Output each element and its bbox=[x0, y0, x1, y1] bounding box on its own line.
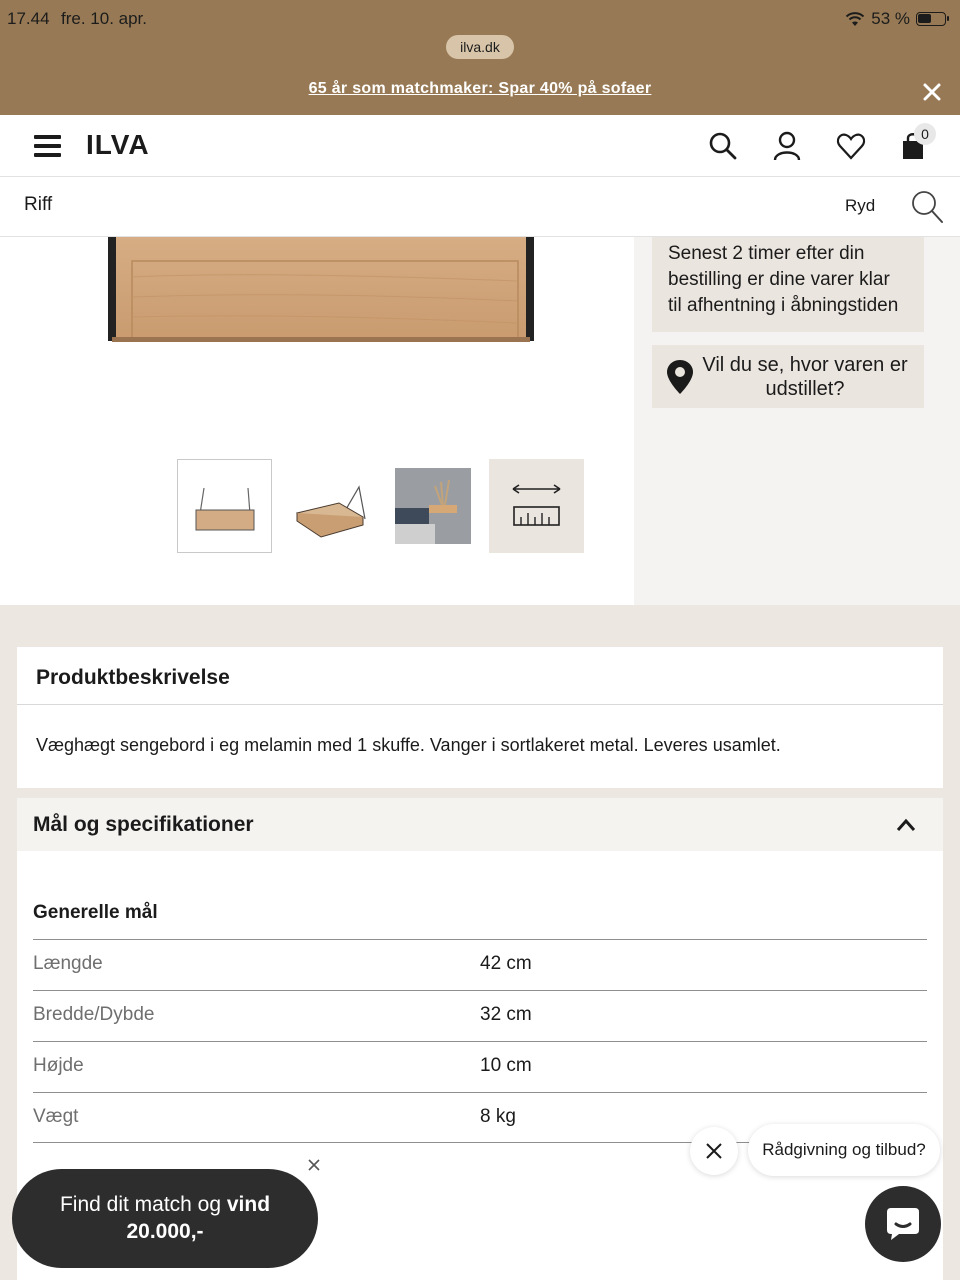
battery-percent: 53 % bbox=[871, 9, 910, 28]
ruler-icon bbox=[512, 484, 561, 526]
table-row: Bredde/Dybde 32 cm bbox=[33, 990, 927, 1041]
thumbnail-1[interactable] bbox=[177, 459, 272, 553]
spec-group-title: Generelle mål bbox=[33, 902, 158, 923]
heart-icon[interactable] bbox=[835, 130, 867, 162]
spec-label: Længde bbox=[33, 953, 103, 974]
chat-prompt[interactable]: Rådgivning og tilbud? bbox=[748, 1124, 940, 1176]
spec-value: 8 kg bbox=[480, 1106, 516, 1127]
chevron-up-icon[interactable] bbox=[895, 816, 917, 834]
showroom-label: Vil du se, hvor varen er udstillet? bbox=[702, 354, 908, 400]
table-row: Højde 10 cm bbox=[33, 1041, 927, 1092]
promo-banner: 17.44 fre. 10. apr. 53 % ilva.dk 65 år s… bbox=[0, 0, 960, 115]
dimensions-thumbnail[interactable] bbox=[489, 459, 584, 553]
side-panel: Senest 2 timer efter din bestilling er d… bbox=[634, 237, 960, 605]
account-icon[interactable] bbox=[771, 130, 803, 162]
wifi-icon bbox=[846, 11, 865, 26]
pickup-info: Senest 2 timer efter din bestilling er d… bbox=[652, 237, 924, 332]
product-gallery bbox=[0, 237, 634, 605]
product-image[interactable] bbox=[108, 237, 534, 345]
menu-icon[interactable] bbox=[34, 135, 61, 157]
description-title: Produktbeskrivelse bbox=[17, 647, 943, 705]
spec-value: 10 cm bbox=[480, 1055, 532, 1076]
specifications-title: Mål og specifikationer bbox=[33, 813, 254, 836]
match-bold-text: vind bbox=[226, 1193, 271, 1216]
thumbnail-image bbox=[295, 485, 366, 538]
showroom-button[interactable]: Vil du se, hvor varen er udstillet? bbox=[652, 345, 924, 408]
spec-label: Vægt bbox=[33, 1106, 79, 1127]
description-card: Produktbeskrivelse Væghægt sengebord i e… bbox=[17, 647, 943, 788]
close-icon[interactable] bbox=[304, 1155, 324, 1175]
promo-link[interactable]: 65 år som matchmaker: Spar 40% på sofaer bbox=[0, 80, 960, 98]
spec-label: Bredde/Dybde bbox=[33, 1004, 155, 1025]
close-icon[interactable] bbox=[918, 78, 946, 106]
status-right: 53 % bbox=[845, 9, 949, 29]
specifications-header[interactable]: Mål og specifikationer bbox=[17, 798, 943, 851]
search-bar: Riff Ryd bbox=[0, 177, 960, 237]
search-input[interactable]: Riff bbox=[24, 194, 52, 216]
site-header: ILVA 0 bbox=[0, 115, 960, 177]
clear-search-button[interactable]: Ryd bbox=[845, 196, 875, 216]
chat-button[interactable] bbox=[865, 1186, 941, 1262]
status-time: 17.44 bbox=[7, 9, 50, 28]
thumbnail-image bbox=[195, 487, 255, 531]
url-bar[interactable]: ilva.dk bbox=[446, 35, 514, 59]
search-icon[interactable] bbox=[707, 130, 739, 162]
close-chat-prompt-button[interactable] bbox=[690, 1127, 738, 1175]
status-bar: 17.44 fre. 10. apr. 53 % bbox=[0, 0, 960, 38]
spec-label: Højde bbox=[33, 1055, 84, 1076]
find-match-button[interactable]: Find dit match og vind 20.000,- bbox=[12, 1169, 318, 1268]
match-text: Find dit match og bbox=[59, 1193, 227, 1216]
cart-count-badge: 0 bbox=[914, 123, 936, 145]
spec-value: 42 cm bbox=[480, 953, 532, 974]
thumbnail-3[interactable] bbox=[395, 468, 471, 544]
description-text: Væghægt sengebord i eg melamin med 1 sku… bbox=[36, 735, 781, 755]
battery-icon bbox=[916, 12, 949, 26]
chat-icon bbox=[887, 1208, 919, 1240]
spec-value: 32 cm bbox=[480, 1004, 532, 1025]
spec-table: Længde 42 cm Bredde/Dybde 32 cm Højde 10… bbox=[33, 939, 927, 1143]
table-row: Længde 42 cm bbox=[33, 939, 927, 990]
location-pin-icon bbox=[667, 360, 693, 394]
ilva-logo[interactable]: ILVA bbox=[86, 129, 150, 161]
status-date: fre. 10. apr. bbox=[61, 9, 147, 28]
close-icon bbox=[706, 1143, 722, 1159]
search-icon[interactable] bbox=[910, 189, 944, 225]
thumbnail-2[interactable] bbox=[283, 459, 378, 553]
thumbnail-image bbox=[395, 468, 471, 544]
match-prize-text: 20.000,- bbox=[126, 1220, 204, 1243]
